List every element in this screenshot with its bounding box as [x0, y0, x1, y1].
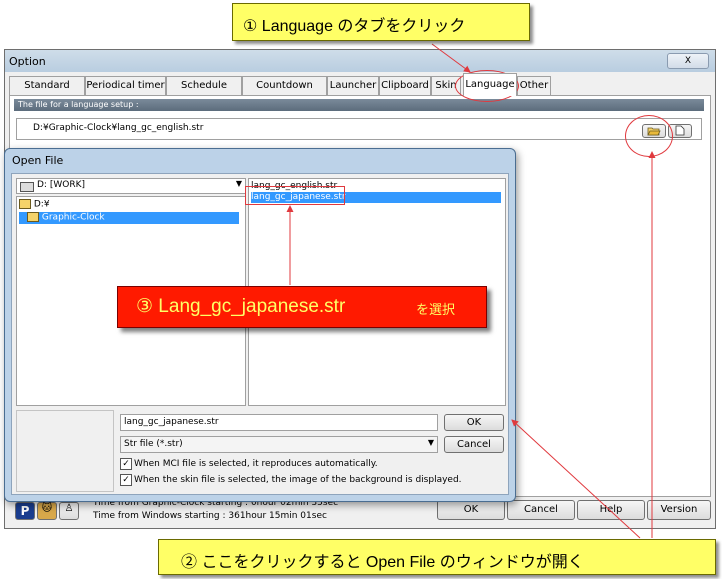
close-button[interactable]: X	[667, 53, 709, 69]
chevron-down-icon: ▼	[235, 179, 242, 188]
auto-play-checkbox[interactable]: ✓	[120, 458, 132, 470]
drive-select[interactable]: D: [WORK] ▼	[16, 178, 246, 194]
open-folder-icon	[27, 212, 39, 222]
drive-icon	[20, 182, 34, 192]
tab-schedule-timer[interactable]: Schedule timer	[166, 76, 242, 109]
option-version-button[interactable]: Version	[647, 500, 711, 520]
folder-item-label: Graphic-Clock	[41, 212, 105, 223]
section-label: The file for a language setup :	[18, 100, 139, 109]
cat-icon-button[interactable]: 🐱	[37, 502, 57, 520]
preview-area	[16, 410, 114, 492]
folder-item-label: D:¥	[33, 199, 50, 210]
blank-document-icon	[675, 125, 685, 136]
language-file-path-text: D:¥Graphic-Clock¥lang_gc_english.str	[33, 123, 204, 133]
callout-step-3-suffix: を選択	[416, 302, 456, 317]
gear-icon-button[interactable]: ♙	[59, 502, 79, 520]
file-type-select[interactable]: Str file (*.str) ▼	[120, 436, 438, 453]
skin-background-label: When the skin file is selected, the imag…	[134, 475, 462, 485]
tab-countdown-timer[interactable]: Countdown timer	[242, 76, 327, 109]
option-ok-button[interactable]: OK	[437, 500, 505, 520]
status-line-2: Time from Windows starting : 361hour 15m…	[93, 511, 327, 521]
tab-standard-timer[interactable]: Standard timer	[9, 76, 85, 109]
chevron-down-icon: ▼	[427, 438, 434, 447]
open-file-body: D: [WORK] ▼ D:¥ Graphic-Clock lang_gc_en…	[11, 173, 509, 495]
dialog-cancel-button[interactable]: Cancel	[444, 436, 504, 453]
option-title-bar: Option X	[5, 50, 715, 72]
tab-clipboard[interactable]: Clipboard	[379, 76, 431, 95]
figure-icon: ♙	[64, 503, 74, 514]
open-file-title: Open File	[12, 154, 64, 167]
browse-button-highlight	[625, 115, 673, 157]
filename-value: lang_gc_japanese.str	[124, 417, 219, 427]
callout-step-2-text: ② ここをクリックすると Open File のウィンドウが開く	[181, 554, 584, 571]
callout-step-1: ① Language のタブをクリック	[232, 3, 530, 41]
file-type-value: Str file (*.str)	[124, 439, 183, 449]
folder-item-root[interactable]: D:¥	[19, 199, 50, 211]
skin-background-checkbox[interactable]: ✓	[120, 474, 132, 486]
tab-other[interactable]: Other	[517, 76, 551, 95]
option-cancel-button[interactable]: Cancel	[507, 500, 575, 520]
language-file-path-field[interactable]: D:¥Graphic-Clock¥lang_gc_english.str	[16, 118, 702, 140]
tab-language[interactable]: Language	[463, 73, 517, 96]
tab-strip: Standard timer Periodical timer Schedule…	[9, 73, 569, 109]
callout-step-3-text: ③ Lang_gc_japanese.str	[136, 296, 346, 317]
callout-step-3: ③ Lang_gc_japanese.str を選択	[117, 286, 487, 328]
tab-periodical-timer[interactable]: Periodical timer	[85, 76, 166, 95]
callout-step-2: ② ここをクリックすると Open File のウィンドウが開く	[158, 539, 716, 575]
drive-select-value: D: [WORK]	[37, 180, 85, 190]
callout-step-1-text: ① Language のタブをクリック	[243, 18, 466, 35]
p-icon: P	[20, 504, 30, 518]
filename-input[interactable]: lang_gc_japanese.str	[120, 414, 438, 431]
close-icon: X	[684, 56, 692, 66]
p-icon-button[interactable]: P	[15, 502, 35, 520]
cat-icon: 🐱	[41, 503, 53, 514]
tab-launcher[interactable]: Launcher	[327, 76, 379, 95]
option-help-button[interactable]: Help	[577, 500, 645, 520]
folder-item-graphic-clock[interactable]: Graphic-Clock	[19, 212, 239, 224]
dialog-ok-button[interactable]: OK	[444, 414, 504, 431]
open-folder-icon	[19, 199, 31, 209]
option-window-title: Option	[9, 55, 46, 68]
selected-file-highlight	[245, 186, 345, 205]
section-header: The file for a language setup :	[14, 99, 704, 111]
auto-play-label: When MCI file is selected, it reproduces…	[134, 459, 378, 469]
